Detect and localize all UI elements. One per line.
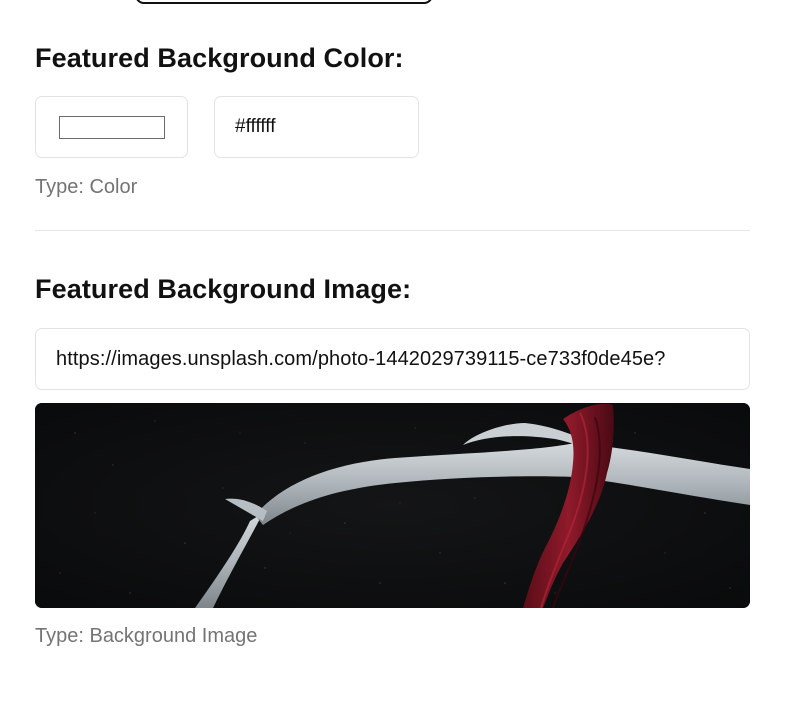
top-button[interactable] [135,0,433,4]
antler-photo [35,403,750,608]
image-type-label: Type: Background Image [35,625,258,647]
section-divider [35,230,750,231]
hex-color-input[interactable] [214,96,419,158]
background-image-url-input[interactable] [35,328,750,390]
color-type-label: Type: Color [35,176,138,198]
settings-panel: Featured Background Color: Type: Color F… [0,0,794,716]
color-swatch [59,116,165,139]
background-image-preview [35,403,750,608]
featured-background-color-heading: Featured Background Color: [35,43,404,73]
color-picker-button[interactable] [35,96,188,158]
featured-background-image-heading: Featured Background Image: [35,274,412,304]
